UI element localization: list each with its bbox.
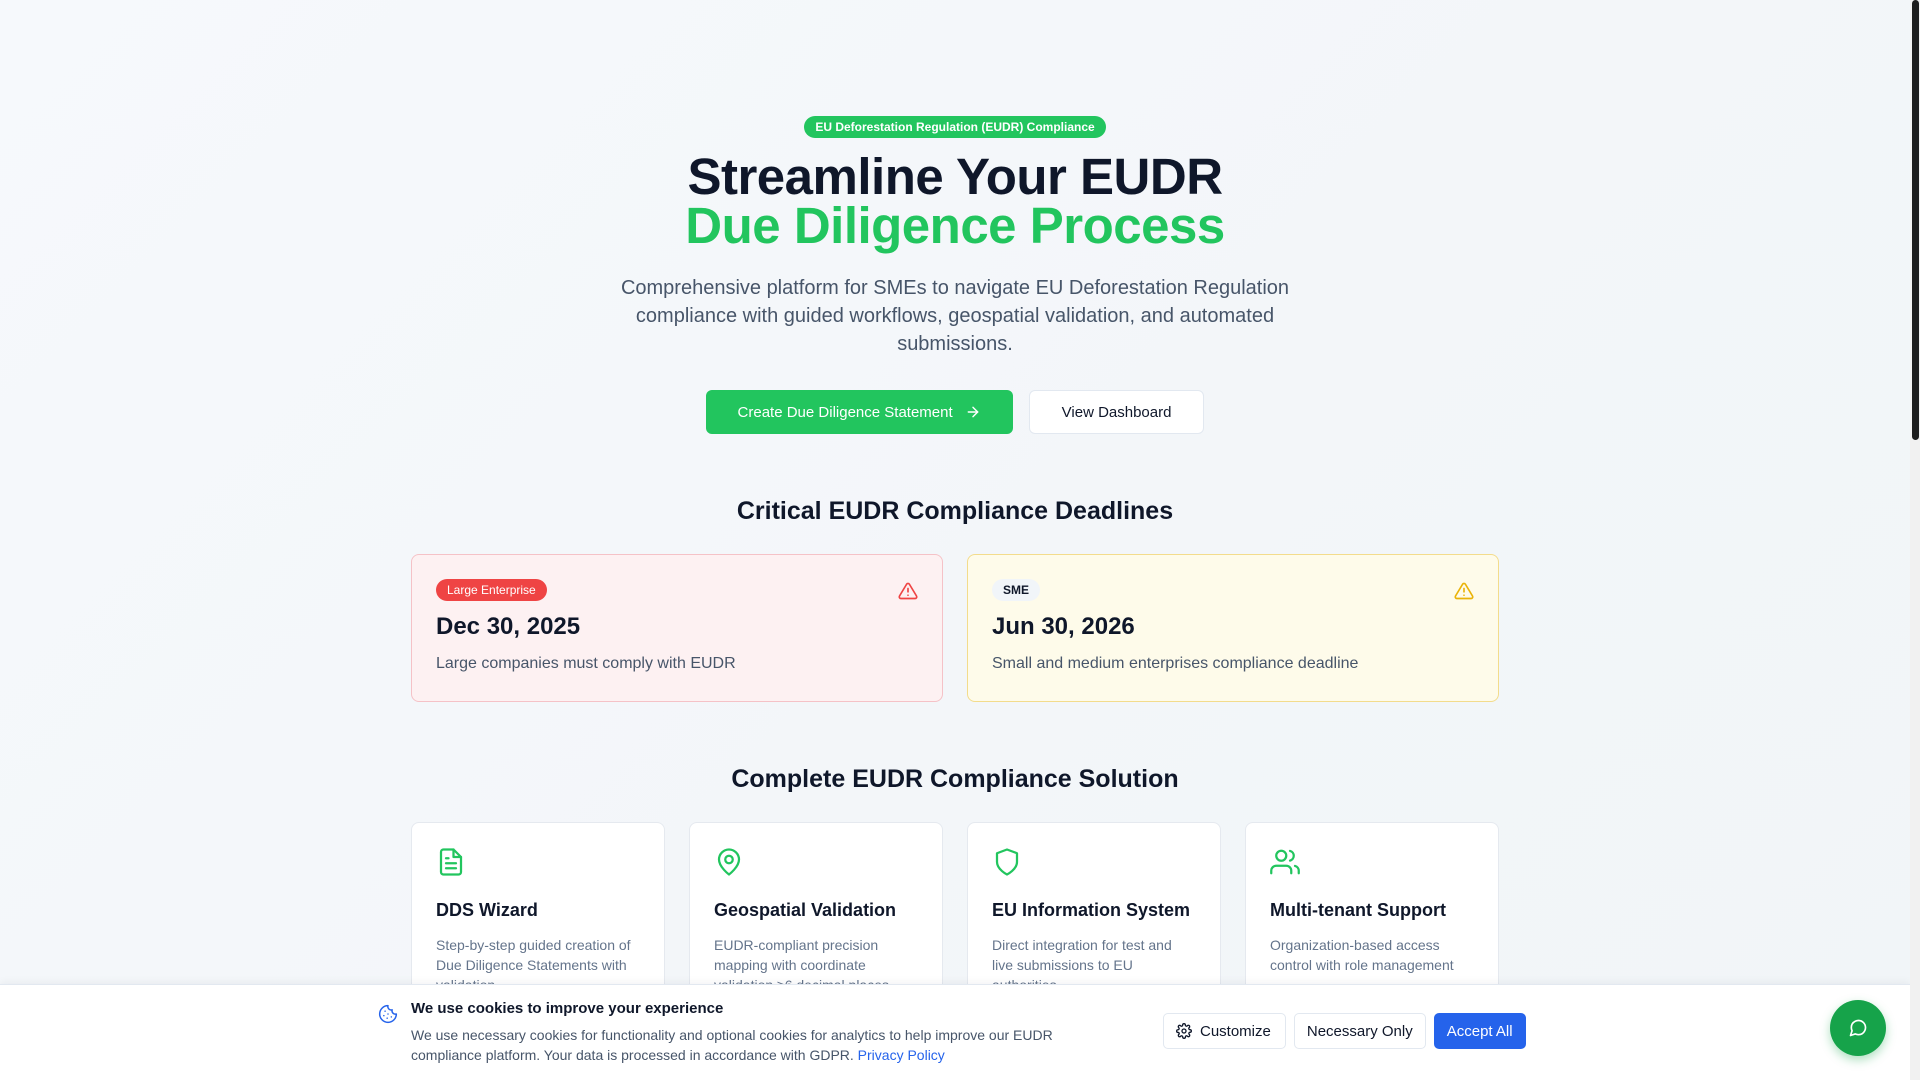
view-dashboard-button[interactable]: View Dashboard [1028,390,1205,434]
cookie-title: We use cookies to improve your experienc… [411,1000,724,1017]
deadline-date: Jun 30, 2026 [992,613,1135,640]
customize-button[interactable]: Customize [1163,1013,1286,1049]
deadline-description: Small and medium enterprises compliance … [992,655,1359,672]
necessary-only-button[interactable]: Necessary Only [1293,1013,1426,1049]
scrollbar[interactable] [1910,0,1920,1080]
page: EU Deforestation Regulation (EUDR) Compl… [0,0,1910,1080]
shield-icon [995,848,1019,876]
users-icon [1270,849,1300,875]
accept-all-button[interactable]: Accept All [1433,1013,1526,1049]
deadline-date: Dec 30, 2025 [436,613,581,640]
hero-title: Streamline Your EUDR Due Diligence Proce… [0,151,1910,254]
privacy-policy-link[interactable]: Privacy Policy [858,1047,945,1063]
hero-badge: EU Deforestation Regulation (EUDR) Compl… [804,116,1106,138]
deadlines-title: Critical EUDR Compliance Deadlines [736,497,1174,525]
create-dds-button[interactable]: Create Due Diligence Statement [705,390,1013,434]
deadlines-section: Large Enterprise Dec 30, 2025 Large comp… [411,554,1499,702]
cookie-icon [378,1004,398,1024]
hero-title-line2: Due Diligence Process [685,197,1225,254]
features-title: Complete EUDR Compliance Solution [731,765,1179,793]
alert-triangle-icon [898,582,918,600]
chat-button[interactable] [1830,1000,1886,1056]
message-circle-icon [1849,1019,1867,1037]
deadline-card-sme: SME Jun 30, 2026 Small and medium enterp… [967,554,1499,702]
hero-description: Comprehensive platform for SMEs to navig… [620,277,1290,355]
cookie-body-text: We use necessary cookies for functionali… [411,1027,1053,1063]
arrow-right-icon [967,406,979,418]
feature-title: Geospatial Validation [714,900,897,920]
feature-title: Multi-tenant Support [1270,900,1446,920]
gear-icon [1176,1023,1192,1039]
customize-label: Customize [1200,1022,1271,1040]
file-text-icon [439,848,463,876]
cookie-text: We use cookies to improve your experienc… [411,1000,1111,1065]
scrollbar-thumb[interactable] [1912,0,1919,440]
cookie-actions: Customize Necessary Only Accept All [1163,1013,1526,1049]
alert-triangle-icon [1454,582,1474,600]
map-pin-icon [717,848,741,876]
deadline-description: Large companies must comply with EUDR [436,655,736,672]
feature-title: EU Information System [992,900,1191,920]
hero-actions: Create Due Diligence Statement View Dash… [0,390,1910,434]
deadline-card-large-enterprise: Large Enterprise Dec 30, 2025 Large comp… [411,554,943,702]
cookie-body: We use necessary cookies for functionali… [411,1025,1111,1065]
create-dds-label: Create Due Diligence Statement [737,403,953,421]
hero-section: EU Deforestation Regulation (EUDR) Compl… [0,116,1910,434]
feature-title: DDS Wizard [436,900,538,920]
deadline-tag: Large Enterprise [436,579,547,601]
deadline-tag: SME [992,579,1041,601]
feature-description: Organization-based access control with r… [1270,937,1454,973]
